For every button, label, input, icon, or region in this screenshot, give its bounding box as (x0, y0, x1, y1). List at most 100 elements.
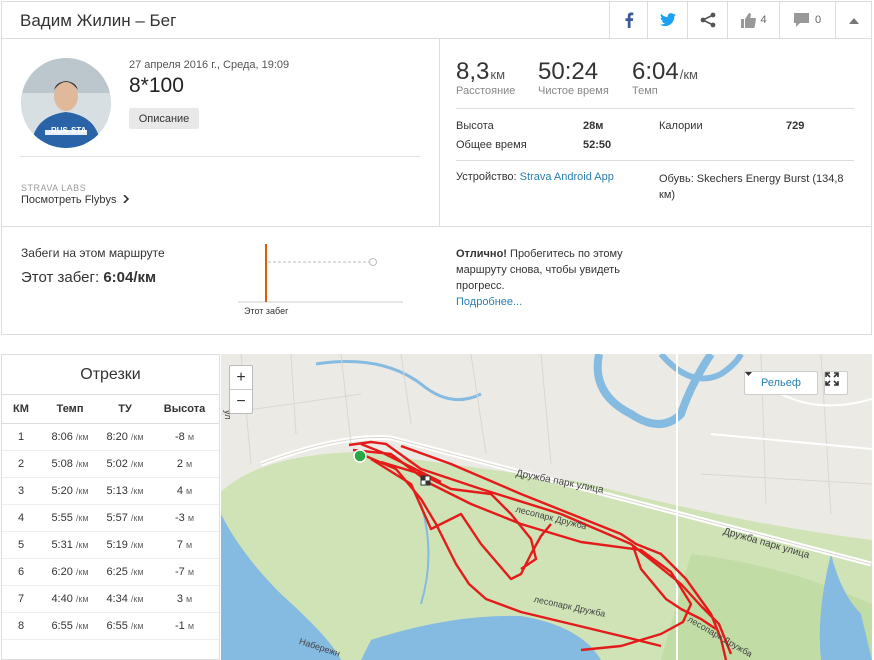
split-pace-value: 5:20 (51, 484, 73, 497)
split-row: 4 5:55 /км 5:57 /км -3 м (2, 504, 219, 532)
elapsed-value: 52:50 (583, 139, 612, 151)
comments-button[interactable]: 0 (779, 2, 835, 38)
page-title: Вадим Жилин – Бег (20, 11, 177, 30)
split-pace-unit: /км (75, 620, 89, 631)
comment-icon (793, 13, 809, 27)
split-pace: 5:20 /км (40, 477, 100, 505)
split-elev-value: -1 (174, 619, 185, 632)
share-icon (700, 12, 715, 28)
facebook-icon (625, 12, 633, 28)
chevron-up-icon (848, 17, 859, 24)
elapsed-label: Общее время (456, 139, 527, 151)
split-gap-unit: /км (130, 539, 144, 550)
twitter-icon (659, 13, 676, 27)
split-gap-unit: /км (130, 593, 144, 604)
split-elevation: 3 м (150, 585, 219, 613)
split-elev-value: -7 (174, 565, 185, 578)
split-row: 7 4:40 /км 4:34 /км 3 м (2, 585, 219, 613)
split-pace-unit: /км (75, 485, 89, 496)
column-header-elevation: Высота (150, 395, 219, 424)
facebook-share-button[interactable] (609, 2, 647, 38)
divider (456, 108, 854, 109)
activity-name: 8*100 (129, 74, 184, 97)
split-pace-value: 6:55 (51, 619, 73, 632)
splits-panel: Отрезки КМ Темп ТУ Высота 1 8:06 /км 8:20 … (1, 354, 220, 660)
moving-time-label: Чистое время (538, 85, 609, 97)
device-link[interactable]: Strava Android App (520, 171, 614, 183)
caret-down-icon (745, 372, 752, 376)
split-elev-unit: м (187, 566, 195, 577)
distance-value: 8,3 (456, 58, 490, 85)
distance-unit: км (490, 67, 505, 82)
split-elevation: 4 м (150, 477, 219, 505)
split-pace-value: 5:31 (51, 538, 73, 551)
svg-text:RUS: RUS (51, 126, 69, 135)
split-gap-value: 5:57 (106, 511, 128, 524)
comments-count: 0 (814, 14, 822, 26)
pace-stat: 6:04/км Темп (632, 58, 698, 97)
split-km: 8 (2, 612, 40, 640)
split-km: 2 (2, 450, 40, 478)
split-gap: 4:34 /км (100, 585, 150, 613)
fullscreen-button[interactable] (824, 371, 848, 395)
athlete-avatar[interactable]: RUS STA (21, 58, 111, 148)
collapse-button[interactable] (835, 2, 871, 38)
split-km: 1 (2, 423, 40, 451)
thumbs-up-icon (741, 12, 757, 28)
calories-label: Калории (659, 120, 703, 132)
this-run-label: Этот забег: (21, 269, 100, 286)
split-elev-value: -8 (174, 430, 185, 443)
description-button[interactable]: Описание (129, 108, 199, 129)
zoom-in-button[interactable]: + (230, 366, 252, 390)
device-info: Устройство: Strava Android App (456, 171, 614, 183)
split-elevation: -7 м (150, 558, 219, 586)
map-type-dropdown[interactable]: Рельеф (744, 371, 818, 395)
split-pace-value: 5:08 (51, 457, 73, 470)
split-pace: 6:55 /км (40, 612, 100, 640)
split-gap-value: 5:02 (106, 457, 128, 470)
split-pace-unit: /км (75, 566, 89, 577)
split-pace: 5:31 /км (40, 531, 100, 559)
split-gap-unit: /км (130, 512, 144, 523)
split-row: 1 8:06 /км 8:20 /км -8 м (2, 423, 219, 451)
divider (20, 156, 420, 157)
split-gap: 5:02 /км (100, 450, 150, 478)
split-gap-value: 5:19 (106, 538, 128, 551)
header-actions: 4 0 (609, 2, 871, 38)
split-elevation: 7 м (150, 531, 219, 559)
split-km: 6 (2, 558, 40, 586)
route-map[interactable]: Дружба парк улица Дружба парк улица лесо… (221, 354, 872, 660)
fullscreen-icon (825, 372, 839, 386)
split-row: 2 5:08 /км 5:02 /км 2 м (2, 450, 219, 478)
share-button[interactable] (687, 2, 727, 38)
twitter-share-button[interactable] (647, 2, 687, 38)
more-link[interactable]: Подробнее... (456, 296, 522, 308)
splits-header-row: КМ Темп ТУ Высота (2, 395, 219, 424)
route-message-bold: Отлично! (456, 248, 507, 260)
split-pace-unit: /км (75, 539, 89, 550)
map-canvas (221, 354, 872, 660)
pace-value: 6:04 (632, 58, 679, 85)
pace-label: Темп (632, 85, 658, 97)
device-label: Устройство: (456, 171, 517, 183)
split-row: 5 5:31 /км 5:19 /км 7 м (2, 531, 219, 559)
flybys-link-label: Посмотреть Flybys (21, 194, 117, 206)
calories-value: 729 (786, 120, 805, 132)
zoom-out-button[interactable]: − (230, 390, 252, 414)
split-elev-unit: м (186, 458, 193, 469)
kudos-count: 4 (760, 14, 767, 26)
route-title: Забеги на этом маршруте (21, 246, 165, 260)
split-gap-unit: /км (130, 431, 144, 442)
split-row: 8 6:55 /км 6:55 /км -1 м (2, 612, 219, 640)
route-message: Отлично! Пробегитесь по этому маршруту с… (456, 246, 646, 310)
flybys-link[interactable]: Посмотреть Flybys (21, 194, 129, 206)
split-elev-unit: м (187, 431, 195, 442)
split-elevation: -1 м (150, 612, 219, 640)
split-gap-unit: /км (130, 620, 144, 631)
split-gap: 5:13 /км (100, 477, 150, 505)
split-gap-value: 4:34 (106, 592, 128, 605)
split-elevation: -8 м (150, 423, 219, 451)
split-pace: 6:20 /км (40, 558, 100, 586)
moving-time-stat: 50:24 Чистое время (538, 58, 609, 97)
kudos-button[interactable]: 4 (727, 2, 779, 38)
